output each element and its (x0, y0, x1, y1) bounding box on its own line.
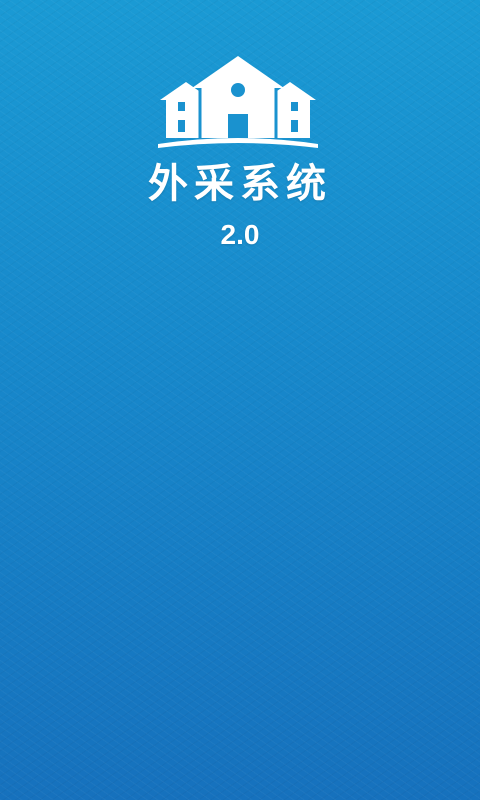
app-version: 2.0 (220, 219, 260, 250)
houses-logo-icon (158, 56, 318, 148)
app-title: 外采系统 (148, 161, 332, 207)
splash-screen: 外采系统 2.0 (0, 0, 480, 800)
